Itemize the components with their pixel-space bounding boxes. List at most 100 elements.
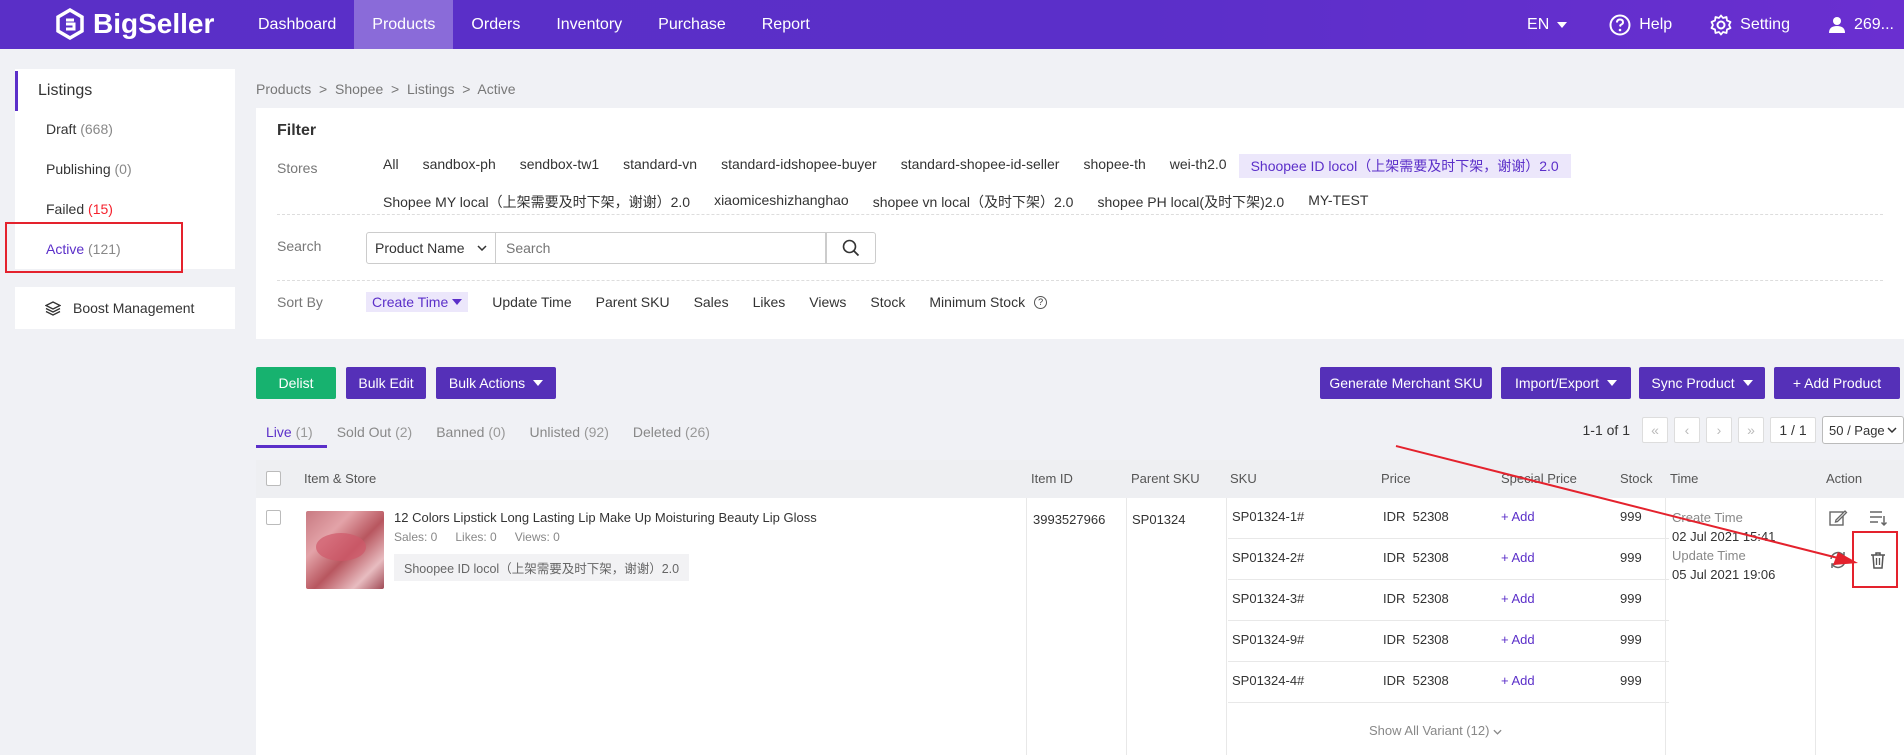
top-navbar: BigSeller Dashboard Products Orders Inve…	[0, 0, 1904, 49]
store-chip[interactable]: sandbox-ph	[411, 154, 508, 178]
variant-stock: 999	[1620, 509, 1642, 524]
add-special-price-link[interactable]: + Add	[1501, 550, 1535, 565]
store-chip[interactable]: All	[371, 154, 411, 178]
sort-update-time[interactable]: Update Time	[480, 292, 583, 312]
sidebar-item-label: Active	[46, 241, 85, 257]
nav-report[interactable]: Report	[744, 0, 828, 49]
show-all-variants-link[interactable]: Show All Variant (12)	[1369, 723, 1502, 738]
chevron-down-icon	[1887, 427, 1897, 433]
sort-options: Create Time Update Time Parent SKU Sales…	[366, 292, 1059, 312]
tab-label: Live	[266, 424, 292, 440]
chevron-down-icon	[477, 245, 487, 251]
bulk-edit-button[interactable]: Bulk Edit	[346, 367, 426, 399]
product-stats: Sales: 0 Likes: 0 Views: 0	[394, 530, 560, 544]
import-export-button[interactable]: Import/Export	[1501, 367, 1631, 399]
sort-stock[interactable]: Stock	[858, 292, 917, 312]
tab-unlisted[interactable]: Unlisted (92)	[520, 418, 623, 448]
sidebar-item-publishing[interactable]: Publishing (0)	[15, 149, 235, 189]
sync-product-button[interactable]: Sync Product	[1639, 367, 1765, 399]
tab-count: (1)	[295, 424, 313, 440]
sidebar-item-draft[interactable]: Draft (668)	[15, 109, 235, 149]
breadcrumb: Products > Shopee > Listings > Active	[256, 81, 516, 97]
tab-live[interactable]: Live (1)	[256, 418, 327, 448]
list-sort-icon[interactable]	[1868, 508, 1888, 528]
delist-button[interactable]: Delist	[256, 367, 336, 399]
nav-products[interactable]: Products	[354, 0, 454, 49]
sidebar-item-failed[interactable]: Failed (15)	[15, 189, 235, 229]
prev-page-button[interactable]: ‹	[1674, 417, 1700, 443]
store-chip[interactable]: Shoopee ID locol（上架需要及时下架，谢谢）2.0	[1238, 154, 1571, 178]
product-views: Views: 0	[514, 530, 560, 544]
main-nav: Dashboard Products Orders Inventory Purc…	[240, 0, 828, 49]
row-checkbox[interactable]	[266, 510, 281, 529]
search-input[interactable]	[496, 232, 826, 264]
bulk-actions-button[interactable]: Bulk Actions	[436, 367, 556, 399]
language-selector[interactable]: EN	[1527, 16, 1568, 34]
table-header: Item & Store Item ID Parent SKU SKU Pric…	[256, 460, 1904, 498]
store-chip[interactable]: standard-idshopee-buyer	[709, 154, 889, 178]
search-type-select[interactable]: Product Name	[366, 232, 496, 264]
select-all-checkbox[interactable]	[266, 471, 281, 487]
nav-purchase[interactable]: Purchase	[640, 0, 744, 49]
add-product-button[interactable]: + Add Product	[1774, 367, 1900, 399]
store-chip[interactable]: shopee-th	[1071, 154, 1157, 178]
next-page-button[interactable]: ›	[1706, 417, 1732, 443]
sort-minimum-stock[interactable]: Minimum Stock?	[917, 292, 1059, 312]
add-special-price-link[interactable]: + Add	[1501, 591, 1535, 606]
last-page-button[interactable]: »	[1738, 417, 1764, 443]
nav-inventory[interactable]: Inventory	[538, 0, 640, 49]
divider	[1126, 498, 1127, 755]
store-chip[interactable]: standard-vn	[611, 154, 709, 178]
first-page-button[interactable]: «	[1642, 417, 1668, 443]
sort-parent-sku[interactable]: Parent SKU	[584, 292, 682, 312]
store-tag: Shoopee ID locol（上架需要及时下架，谢谢）2.0	[394, 554, 690, 581]
store-chip[interactable]: shopee vn local（及时下架）2.0	[861, 190, 1086, 214]
boost-management-link[interactable]: Boost Management	[15, 287, 235, 329]
store-chip[interactable]: xiaomiceshizhanghao	[702, 190, 861, 214]
page-indicator[interactable]: 1 / 1	[1770, 417, 1816, 443]
store-chip[interactable]: shopee PH local(及时下架)2.0	[1085, 190, 1296, 214]
sort-views[interactable]: Views	[797, 292, 858, 312]
product-name[interactable]: 12 Colors Lipstick Long Lasting Lip Make…	[394, 510, 817, 525]
variant-price: IDR 52308	[1383, 591, 1449, 606]
product-thumbnail[interactable]	[306, 511, 384, 589]
page-size-select[interactable]: 50 / Page	[1822, 416, 1904, 444]
variant-price: IDR 52308	[1383, 550, 1449, 565]
store-chip[interactable]: sendbox-tw1	[508, 154, 611, 178]
tab-deleted[interactable]: Deleted (26)	[623, 418, 724, 448]
sort-likes[interactable]: Likes	[741, 292, 798, 312]
delete-icon[interactable]	[1868, 550, 1888, 570]
chevron-down-icon	[1493, 729, 1502, 735]
sort-create-time[interactable]: Create Time	[366, 292, 469, 312]
stores-label: Stores	[277, 160, 318, 176]
sort-sales[interactable]: Sales	[682, 292, 741, 312]
add-special-price-link[interactable]: + Add	[1501, 509, 1535, 524]
filter-panel: Filter Stores All sandbox-ph sendbox-tw1 st…	[256, 108, 1904, 339]
variant-price: IDR 52308	[1383, 509, 1449, 524]
question-icon[interactable]: ?	[1034, 295, 1048, 309]
nav-orders[interactable]: Orders	[453, 0, 538, 49]
sidebar-item-label: Draft	[46, 121, 77, 137]
variant-sku: SP01324-4#	[1232, 673, 1305, 688]
nav-dashboard[interactable]: Dashboard	[240, 0, 354, 49]
help-link[interactable]: Help	[1609, 14, 1672, 36]
setting-link[interactable]: Setting	[1710, 14, 1790, 36]
store-chip[interactable]: MY-TEST	[1296, 190, 1380, 214]
pagination: 1-1 of 1 « ‹ › » 1 / 1 50 / Page	[1583, 416, 1904, 444]
user-menu[interactable]: 269...	[1828, 16, 1894, 34]
sync-icon[interactable]	[1828, 550, 1848, 570]
tab-banned[interactable]: Banned (0)	[426, 418, 519, 448]
generate-merchant-sku-button[interactable]: Generate Merchant SKU	[1320, 367, 1492, 399]
edit-icon[interactable]	[1828, 508, 1848, 528]
checkbox	[266, 471, 281, 486]
store-chip[interactable]: Shopee MY local（上架需要及时下架，谢谢）2.0	[371, 190, 702, 214]
variant-row: SP01324-4# IDR 52308 + Add 999	[1228, 662, 1669, 703]
add-special-price-link[interactable]: + Add	[1501, 632, 1535, 647]
add-special-price-link[interactable]: + Add	[1501, 673, 1535, 688]
tab-sold-out[interactable]: Sold Out (2)	[327, 418, 427, 448]
store-chip[interactable]: standard-shopee-id-seller	[889, 154, 1072, 178]
search-button[interactable]	[826, 232, 876, 264]
sidebar-item-active[interactable]: Active (121)	[15, 229, 235, 269]
store-chip[interactable]: wei-th2.0	[1158, 154, 1239, 178]
brand-logo[interactable]: BigSeller	[55, 8, 214, 40]
